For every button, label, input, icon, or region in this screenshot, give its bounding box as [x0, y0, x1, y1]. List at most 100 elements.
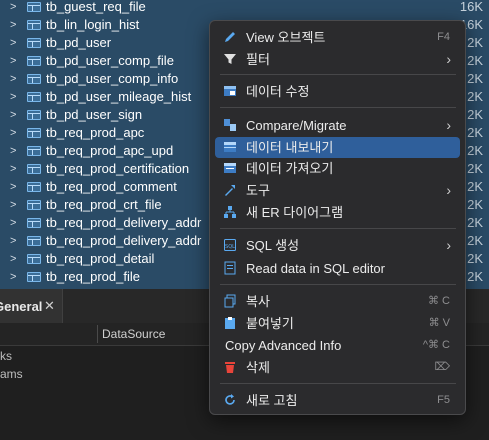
filter-icon: [224, 54, 236, 64]
property-label: rams: [0, 367, 23, 381]
table-name: tb_pd_user_comp_info: [46, 71, 179, 86]
table-size: 2K: [467, 269, 483, 284]
table-icon: [27, 218, 41, 228]
chevron-right-icon[interactable]: >: [10, 232, 20, 250]
close-icon[interactable]: ✕: [44, 298, 55, 314]
table-size: 2K: [467, 161, 483, 176]
table-name: tb_pd_user_mileage_hist: [46, 89, 192, 104]
table-icon: [27, 74, 41, 84]
menu-separator: [220, 383, 456, 384]
menu-item-read-data-sql-editor[interactable]: Read data in SQL editor: [215, 258, 460, 279]
chevron-right-icon[interactable]: >: [10, 268, 20, 286]
menu-separator: [220, 107, 456, 108]
menu-item-import-data[interactable]: 데이터 가져오기: [215, 158, 460, 179]
sql-icon: SQL: [224, 239, 236, 251]
menu-item-label: 삭제: [246, 360, 270, 375]
table-size: 2K: [467, 125, 483, 140]
chevron-right-icon[interactable]: >: [10, 214, 20, 232]
table-name: tb_req_prod_apc: [46, 125, 145, 140]
table-size: 2K: [467, 197, 483, 212]
copy-icon: [224, 294, 236, 308]
menu-item-refresh[interactable]: 새로 고침 F5: [215, 390, 460, 411]
menu-item-copy[interactable]: 복사 ⌘ C: [215, 291, 460, 312]
table-name: tb_req_prod_delivery_addr: [46, 233, 202, 248]
menu-item-paste[interactable]: 붙여넣기 ⌘ V: [215, 313, 460, 334]
table-name: tb_req_prod_file: [46, 269, 140, 284]
menu-item-shortcut: ^⌘ C: [422, 339, 450, 351]
chevron-right-icon[interactable]: >: [10, 142, 20, 160]
table-name: tb_req_prod_certification: [46, 161, 190, 176]
menu-separator: [220, 284, 456, 285]
table-size: 16K: [459, 0, 483, 14]
table-size: 2K: [467, 35, 483, 50]
chevron-right-icon[interactable]: >: [10, 16, 20, 34]
menu-item-filter[interactable]: 필터 ›: [215, 49, 460, 70]
table-size: 2K: [467, 71, 483, 86]
menu-item-shortcut: F5: [437, 394, 450, 406]
table-name: tb_lin_login_hist: [46, 17, 140, 32]
menu-item-label: SQL 생성: [246, 238, 300, 253]
chevron-right-icon[interactable]: >: [10, 0, 20, 16]
table-size: 2K: [467, 215, 483, 230]
table-name: tb_req_prod_apc_upd: [46, 143, 174, 158]
chevron-right-icon[interactable]: >: [10, 178, 20, 196]
table-icon: [27, 20, 41, 30]
chevron-right-icon[interactable]: >: [10, 196, 20, 214]
menu-item-copy-advanced-info[interactable]: Copy Advanced Info ^⌘ C: [215, 335, 460, 356]
column-divider[interactable]: [97, 325, 98, 343]
menu-item-compare-migrate[interactable]: Compare/Migrate ›: [215, 115, 460, 136]
menu-item-label: 데이터 내보내기: [246, 140, 334, 155]
delete-icon: [225, 362, 235, 373]
svg-text:SQL: SQL: [225, 244, 235, 250]
menu-item-shortcut: ⌦: [434, 361, 450, 373]
tab-label: General: [0, 299, 43, 314]
tree-row[interactable]: > tb_guest_req_file 16K: [0, 0, 489, 16]
menu-item-label: Copy Advanced Info: [225, 338, 342, 353]
menu-item-delete[interactable]: 삭제 ⌦: [215, 357, 460, 378]
table-name: tb_req_prod_delivery_addr: [46, 215, 202, 230]
chevron-right-icon: ›: [446, 182, 451, 198]
menu-item-view-object[interactable]: View 오브젝트 F4: [215, 27, 460, 48]
table-icon: [27, 236, 41, 246]
menu-item-new-er-diagram[interactable]: 새 ER 다이어그램: [215, 202, 460, 223]
chevron-right-icon[interactable]: >: [10, 106, 20, 124]
paste-icon: [225, 317, 235, 329]
menu-item-label: Compare/Migrate: [246, 118, 347, 133]
table-icon: [27, 200, 41, 210]
menu-item-tools[interactable]: 도구 ›: [215, 180, 460, 201]
menu-item-label: 새 ER 다이어그램: [246, 205, 344, 220]
menu-item-shortcut: ⌘ V: [428, 317, 450, 329]
column-header-datasource: DataSource: [102, 327, 166, 341]
menu-separator: [220, 74, 456, 75]
import-icon: [224, 163, 236, 173]
table-size: 2K: [467, 251, 483, 266]
table-size: 2K: [467, 179, 483, 194]
table-size: 2K: [467, 233, 483, 248]
chevron-right-icon[interactable]: >: [10, 52, 20, 70]
er-diagram-icon: [224, 206, 236, 218]
menu-item-export-data[interactable]: 데이터 내보내기: [215, 137, 460, 158]
menu-item-shortcut: F4: [437, 31, 450, 43]
chevron-right-icon[interactable]: >: [10, 160, 20, 178]
menu-item-label: 데이터 수정: [246, 84, 310, 99]
chevron-right-icon[interactable]: >: [10, 70, 20, 88]
chevron-right-icon[interactable]: >: [10, 34, 20, 52]
table-icon: [27, 146, 41, 156]
chevron-right-icon: ›: [446, 237, 451, 253]
chevron-right-icon[interactable]: >: [10, 124, 20, 142]
menu-item-label: 붙여넣기: [246, 316, 294, 331]
table-size: 2K: [467, 143, 483, 158]
table-icon: [27, 164, 41, 174]
tools-icon: [225, 185, 235, 196]
menu-item-generate-sql[interactable]: SQL SQL 생성 ›: [215, 235, 460, 256]
table-icon: [27, 254, 41, 264]
chevron-right-icon[interactable]: >: [10, 250, 20, 268]
menu-item-edit-data[interactable]: 데이터 수정: [215, 81, 460, 102]
tab-general[interactable]: General ✕: [0, 289, 63, 323]
table-name: tb_pd_user_comp_file: [46, 53, 174, 68]
chevron-right-icon[interactable]: >: [10, 88, 20, 106]
table-name: tb_pd_user_sign: [46, 107, 143, 122]
menu-item-label: Read data in SQL editor: [246, 261, 385, 276]
table-size: 2K: [467, 53, 483, 68]
table-icon: [27, 56, 41, 66]
